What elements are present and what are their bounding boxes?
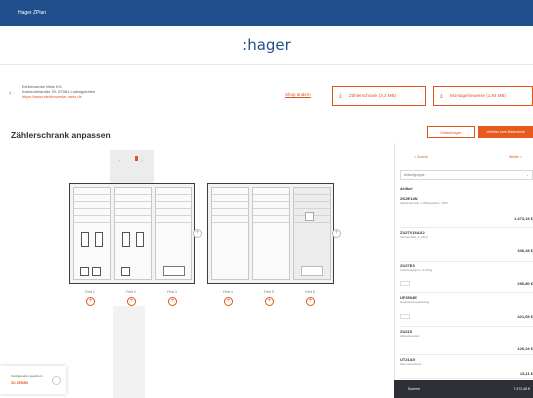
rail-slot bbox=[115, 188, 151, 195]
rail-slot bbox=[74, 202, 110, 209]
add-column-icon[interactable]: + bbox=[332, 229, 341, 238]
config-label: Konfiguration speichern bbox=[11, 374, 43, 378]
footer-total: 7.472,48 € bbox=[513, 387, 530, 391]
connection-block[interactable] bbox=[163, 266, 185, 276]
position-marker bbox=[135, 156, 138, 161]
rail-slot bbox=[115, 216, 151, 223]
rail-slot bbox=[212, 195, 248, 202]
rail-slot bbox=[212, 188, 248, 195]
customer-address: Elektrowerke Metz KG Karlsruhestraße 20,… bbox=[22, 84, 95, 99]
rail-slot bbox=[156, 195, 191, 202]
article-item[interactable]: UT21A9 Sammelschiene 13,11 € bbox=[400, 357, 533, 379]
config-value: ZU 2EN5N bbox=[11, 381, 28, 385]
hager-logo: :hager bbox=[242, 36, 291, 54]
article-item[interactable]: ZU27E3 Anschlussraum, 3-reihig 290,80 € bbox=[400, 263, 533, 293]
terminal-block[interactable] bbox=[121, 267, 130, 276]
module-placeholder[interactable] bbox=[305, 212, 314, 221]
terminal-block[interactable] bbox=[92, 267, 101, 276]
prev-link[interactable]: < Zurück bbox=[414, 155, 428, 159]
field-add-icon[interactable]: + bbox=[86, 297, 95, 306]
quantity-field[interactable] bbox=[400, 281, 410, 286]
article-item[interactable]: UF2504E Hauptleitungsabzweig 421,65 € bbox=[400, 295, 533, 327]
field-add-icon[interactable]: + bbox=[168, 297, 177, 306]
field-label: Feld 6 bbox=[305, 290, 315, 294]
meter-device[interactable] bbox=[81, 232, 89, 247]
nav-right-icon[interactable]: › bbox=[141, 158, 143, 164]
field-label: Feld 2 bbox=[126, 290, 136, 294]
add-to-cart-button[interactable]: Verteiler zum Warenkorb bbox=[478, 126, 533, 138]
rail-slot bbox=[115, 195, 151, 202]
cabinet-column[interactable] bbox=[114, 187, 152, 280]
rail-slot bbox=[156, 202, 191, 209]
article-item[interactable]: ZU27V16AX2 Verteilerfeld, 2-reihig 336,2… bbox=[400, 230, 533, 262]
rail-slot bbox=[253, 216, 289, 223]
rail-slot bbox=[115, 202, 151, 209]
quantity-field[interactable] bbox=[400, 314, 410, 319]
article-section-title: Artikel bbox=[400, 186, 413, 191]
field-add-icon[interactable]: + bbox=[265, 297, 274, 306]
download-icon: ⤓ bbox=[339, 93, 342, 99]
connection-block[interactable] bbox=[301, 266, 323, 276]
meter-device[interactable] bbox=[95, 232, 103, 247]
field-add-icon[interactable]: + bbox=[224, 297, 233, 306]
header-divider bbox=[0, 64, 533, 65]
rail-slot bbox=[156, 216, 191, 223]
customer-url[interactable]: https://www.elektrowerke-metz.de bbox=[22, 94, 82, 99]
config-circle-icon[interactable] bbox=[52, 376, 61, 385]
next-link[interactable]: Weiter > bbox=[509, 155, 522, 159]
rail-slot bbox=[294, 188, 330, 195]
column-highlight bbox=[113, 306, 145, 398]
settings-button[interactable]: Einstellungen bbox=[427, 126, 475, 138]
back-chevron-icon[interactable]: ‹ bbox=[9, 90, 11, 97]
cabinet-right bbox=[207, 183, 334, 284]
article-item[interactable]: ZU215 Abdeckstreifen 126,24 € bbox=[400, 329, 533, 355]
field-label: Feld 1 bbox=[85, 290, 95, 294]
rail-slot bbox=[212, 209, 248, 216]
panel-footer: Summe 7.472,48 € bbox=[394, 380, 533, 398]
download-instructions-button[interactable]: ⤓ Montagehinweise (1,84 MB) bbox=[433, 86, 533, 106]
rail-slot bbox=[212, 216, 248, 223]
configuration-box[interactable]: Konfiguration speichern ZU 2EN5N bbox=[0, 366, 66, 394]
change-shop-link[interactable]: Shop ändern bbox=[285, 92, 311, 97]
rail-slot bbox=[294, 202, 330, 209]
meter-device[interactable] bbox=[136, 232, 144, 247]
rail-slot bbox=[253, 202, 289, 209]
download-icon: ⤓ bbox=[440, 93, 443, 99]
field-label: Feld 4 bbox=[223, 290, 233, 294]
article-group-select[interactable]: ⌄ Artikelgruppe bbox=[400, 170, 533, 180]
rail-slot bbox=[74, 195, 110, 202]
add-column-icon[interactable]: + bbox=[193, 229, 202, 238]
rail-slot bbox=[74, 209, 110, 216]
drag-preview bbox=[110, 150, 154, 184]
rail-slot bbox=[156, 188, 191, 195]
chevron-down-icon: ⌄ bbox=[526, 173, 529, 177]
app-title: Hager ZPlan bbox=[18, 10, 47, 16]
rail-slot bbox=[156, 209, 191, 216]
rail-slot bbox=[294, 195, 330, 202]
rail-slot bbox=[74, 216, 110, 223]
field-label: Feld 5 bbox=[264, 290, 274, 294]
rail-slot bbox=[74, 188, 110, 195]
field-add-icon[interactable]: + bbox=[306, 297, 315, 306]
meter-device[interactable] bbox=[122, 232, 130, 247]
cabinet-left bbox=[69, 183, 195, 284]
cabinet-column[interactable] bbox=[252, 187, 290, 280]
nav-left-icon[interactable]: ‹ bbox=[119, 158, 121, 164]
terminal-block[interactable] bbox=[80, 267, 89, 276]
rail-slot bbox=[212, 202, 248, 209]
field-add-icon[interactable]: + bbox=[127, 297, 136, 306]
rail-slot bbox=[253, 195, 289, 202]
rail-slot bbox=[253, 188, 289, 195]
app-topbar: Hager ZPlan bbox=[0, 0, 533, 26]
page-title: Zählerschrank anpassen bbox=[11, 130, 111, 140]
rail-slot bbox=[115, 209, 151, 216]
article-item[interactable]: ZK2E14N Zählerschrank, 2 Zählerplätze, 1… bbox=[400, 196, 533, 228]
rail-slot bbox=[253, 209, 289, 216]
footer-label: Summe bbox=[408, 387, 421, 391]
field-label: Feld 3 bbox=[167, 290, 177, 294]
cabinet-column[interactable] bbox=[211, 187, 249, 280]
download-cabinet-button[interactable]: ⤓ Zählerschrank (3,3 MB) bbox=[332, 86, 426, 106]
